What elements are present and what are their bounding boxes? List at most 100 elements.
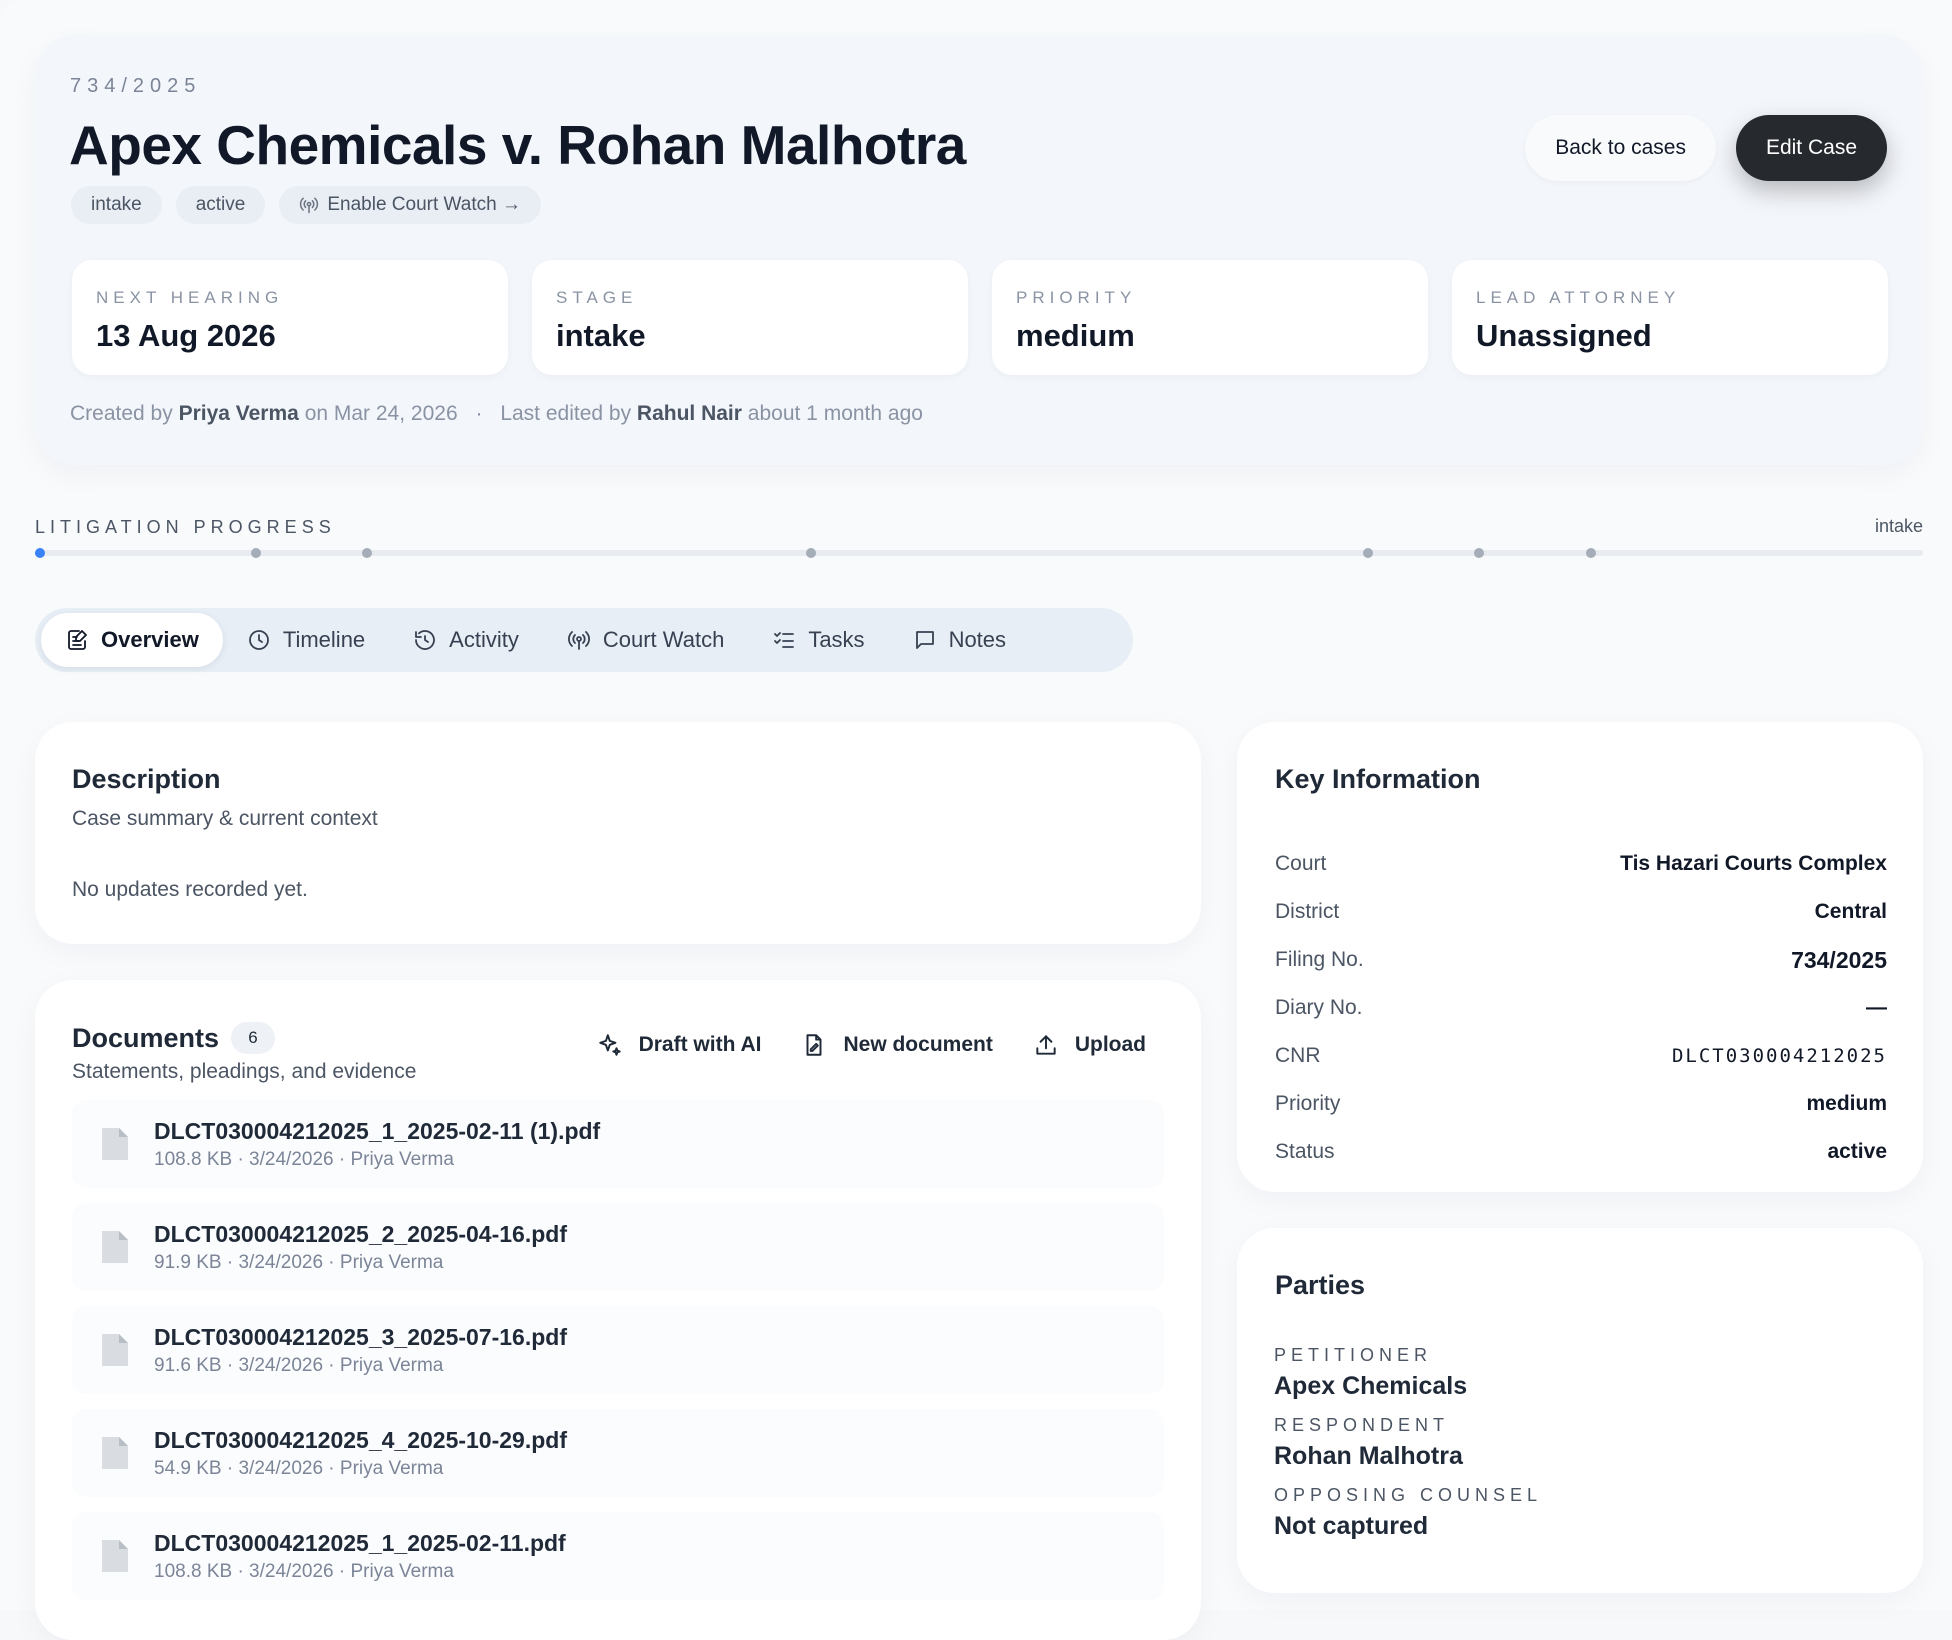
- key-information-list: Court Tis Hazari Courts Complex District…: [1275, 840, 1887, 1176]
- file-icon: [102, 1540, 128, 1572]
- stat-lead-attorney: LEAD ATTORNEY Unassigned: [1452, 260, 1888, 375]
- edited-when: about 1 month ago: [747, 402, 923, 425]
- document-list: DLCT030004212025_1_2025-02-11 (1).pdf 10…: [72, 1100, 1164, 1615]
- progress-milestone-dot: [1474, 548, 1485, 558]
- info-value: 734/2025: [1791, 946, 1887, 973]
- party-label: PETITIONER: [1274, 1345, 1433, 1365]
- document-name: DLCT030004212025_2_2025-04-16.pdf: [154, 1220, 567, 1247]
- document-meta: 108.8 KB · 3/24/2026 · Priya Verma: [154, 1560, 454, 1582]
- tab-tasks[interactable]: Tasks: [748, 613, 888, 667]
- party-respondent: RESPONDENT Rohan Malhotra: [1274, 1415, 1542, 1471]
- info-row-cnr: CNR DLCT030004212025: [1275, 1032, 1887, 1080]
- party-label: OPPOSING COUNSEL: [1274, 1485, 1543, 1505]
- document-meta: 108.8 KB · 3/24/2026 · Priya Verma: [154, 1148, 454, 1170]
- progress-milestone-dot: [35, 548, 45, 558]
- file-icon: [102, 1128, 128, 1160]
- new-document-label: New document: [843, 1033, 993, 1056]
- stat-label: NEXT HEARING: [96, 288, 284, 307]
- info-row-court: Court Tis Hazari Courts Complex: [1275, 840, 1887, 888]
- tab-notes[interactable]: Notes: [889, 613, 1030, 667]
- document-row[interactable]: DLCT030004212025_4_2025-10-29.pdf 54.9 K…: [72, 1409, 1164, 1497]
- progress-milestone-dot: [1585, 548, 1596, 558]
- status-chip: active: [175, 186, 266, 224]
- tab-court-watch[interactable]: Court Watch: [543, 613, 748, 667]
- info-row-priority: Priority medium: [1275, 1080, 1887, 1128]
- back-to-cases-button[interactable]: Back to cases: [1525, 115, 1716, 181]
- edit-case-button[interactable]: Edit Case: [1735, 115, 1887, 181]
- party-opposing-counsel: OPPOSING COUNSEL Not captured: [1274, 1485, 1542, 1541]
- tab-activity[interactable]: Activity: [389, 613, 543, 667]
- stat-label: STAGE: [556, 288, 638, 307]
- document-name: DLCT030004212025_3_2025-07-16.pdf: [154, 1323, 567, 1350]
- document-row[interactable]: DLCT030004212025_3_2025-07-16.pdf 91.6 K…: [72, 1306, 1164, 1394]
- info-row-filing-no: Filing No. 734/2025: [1275, 936, 1887, 984]
- broadcast-icon: [567, 631, 590, 650]
- enable-court-watch-button[interactable]: Enable Court Watch →: [279, 186, 541, 224]
- info-row-status: Status active: [1275, 1128, 1887, 1176]
- upload-label: Upload: [1074, 1033, 1146, 1056]
- document-meta: 91.9 KB · 3/24/2026 · Priya Verma: [154, 1251, 444, 1273]
- document-name: DLCT030004212025_4_2025-10-29.pdf: [154, 1426, 567, 1453]
- stat-next-hearing: NEXT HEARING 13 Aug 2026: [72, 260, 508, 375]
- document-row[interactable]: DLCT030004212025_1_2025-02-11 (1).pdf 10…: [72, 1100, 1164, 1188]
- header-actions: Back to cases Edit Case: [1525, 115, 1887, 181]
- upload-icon: [1036, 1035, 1056, 1055]
- tab-label: Tasks: [808, 627, 865, 652]
- info-value: —: [1866, 996, 1887, 1019]
- created-on: on Mar 24, 2026: [304, 402, 458, 425]
- stat-stage: STAGE intake: [532, 260, 968, 375]
- stat-label: PRIORITY: [1016, 288, 1137, 307]
- info-value: DLCT030004212025: [1671, 1045, 1887, 1067]
- documents-subtitle: Statements, pleadings, and evidence: [72, 1060, 417, 1083]
- info-key: District: [1275, 900, 1340, 923]
- tab-overview[interactable]: Overview: [41, 613, 223, 667]
- party-petitioner: PETITIONER Apex Chemicals: [1274, 1345, 1542, 1401]
- info-value: active: [1827, 1140, 1887, 1163]
- progress-milestone-dot: [250, 548, 261, 558]
- upload-button[interactable]: Upload: [1033, 1032, 1146, 1058]
- stat-value: Unassigned: [1476, 318, 1652, 353]
- case-header-card: 734/2025 Apex Chemicals v. Rohan Malhotr…: [35, 35, 1923, 465]
- documents-card: Documents 6 Statements, pleadings, and e…: [35, 980, 1201, 1640]
- info-value: Tis Hazari Courts Complex: [1620, 852, 1887, 875]
- documents-count-badge: 6: [231, 1022, 276, 1054]
- stat-value: 13 Aug 2026: [96, 318, 276, 353]
- document-row[interactable]: DLCT030004212025_1_2025-02-11.pdf 108.8 …: [72, 1512, 1164, 1600]
- edited-prefix: Last edited by: [500, 402, 632, 425]
- document-meta: 54.9 KB · 3/24/2026 · Priya Verma: [154, 1457, 444, 1479]
- info-key: Priority: [1275, 1092, 1341, 1115]
- party-value: Rohan Malhotra: [1274, 1442, 1463, 1470]
- info-row-diary-no: Diary No. —: [1275, 984, 1887, 1032]
- message-icon: [915, 631, 934, 649]
- stage-chip-label: intake: [91, 194, 142, 215]
- document-name: DLCT030004212025_1_2025-02-11.pdf: [154, 1529, 566, 1556]
- document-meta: 91.6 KB · 3/24/2026 · Priya Verma: [154, 1354, 444, 1376]
- tab-label: Timeline: [282, 627, 366, 652]
- status-chip-label: active: [195, 194, 246, 215]
- overview-icon: [68, 630, 87, 650]
- tab-timeline[interactable]: Timeline: [223, 613, 389, 667]
- progress-label: LITIGATION PROGRESS: [35, 517, 336, 537]
- description-body: No updates recorded yet.: [72, 878, 308, 901]
- case-stats: NEXT HEARING 13 Aug 2026 STAGE intake PR…: [72, 260, 1888, 375]
- progress-milestone-dot: [362, 548, 373, 558]
- progress-milestone-dot: [805, 548, 816, 558]
- document-name: DLCT030004212025_1_2025-02-11 (1).pdf: [154, 1117, 601, 1144]
- info-row-district: District Central: [1275, 888, 1887, 936]
- new-document-button[interactable]: New document: [801, 1032, 993, 1058]
- status-chips: intake active Enable Court Watch →: [71, 186, 541, 224]
- stat-value: medium: [1016, 318, 1135, 353]
- checklist-icon: [774, 632, 795, 648]
- draft-with-ai-button[interactable]: Draft with AI: [597, 1032, 761, 1058]
- description-card: Description Case summary & current conte…: [35, 722, 1201, 944]
- document-row[interactable]: DLCT030004212025_2_2025-04-16.pdf 91.9 K…: [72, 1203, 1164, 1291]
- documents-title: Documents: [72, 1022, 220, 1053]
- created-prefix: Created by: [70, 402, 173, 425]
- parties-title: Parties: [1275, 1270, 1366, 1300]
- broadcast-icon: [300, 197, 319, 214]
- key-information-title: Key Information: [1275, 764, 1481, 794]
- party-label: RESPONDENT: [1274, 1415, 1450, 1435]
- stat-value: intake: [556, 318, 646, 353]
- file-icon: [102, 1334, 128, 1366]
- stat-label: LEAD ATTORNEY: [1476, 288, 1681, 307]
